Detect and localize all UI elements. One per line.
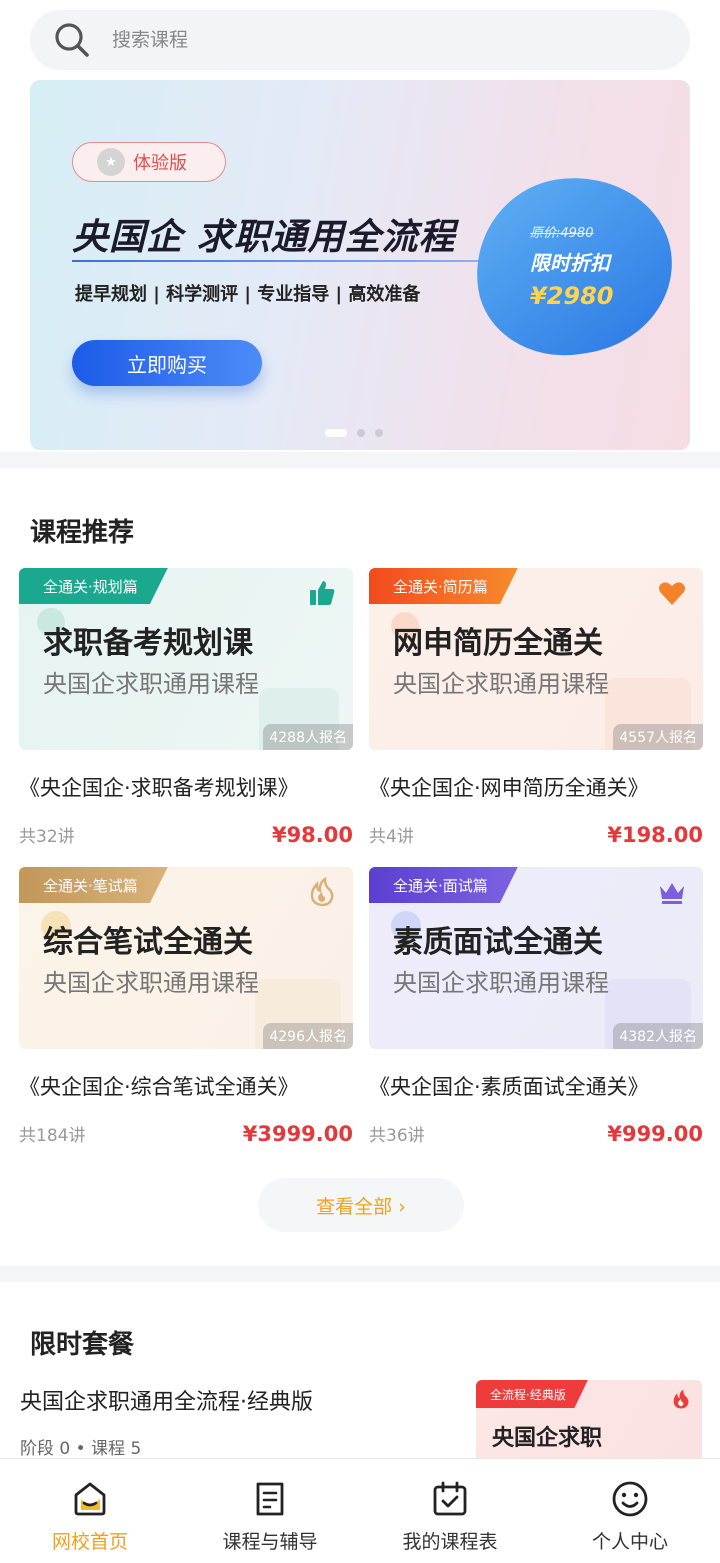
course-name: 《央企国企·网申简历全通关》 [369, 776, 649, 800]
home-icon [74, 1482, 106, 1516]
course-meta: 共184讲 ¥3999.00 [19, 1121, 353, 1147]
tab-courses-tutoring[interactable]: 课程与辅导 [180, 1459, 360, 1563]
package-ribbon: 全流程·经典版 [476, 1380, 588, 1408]
search-icon [55, 23, 89, 57]
course-card[interactable]: 全通关·简历篇 网申简历全通关 央国企求职通用课程 4557人报名 《央企国企·… [369, 568, 703, 847]
course-thumbnail: 全通关·规划篇 求职备考规划课 央国企求职通用课程 4288人报名 [19, 568, 353, 750]
packages-section-title: 限时套餐 [30, 1330, 135, 1360]
promo-label: 限时折扣 [530, 251, 610, 275]
course-headline: 网申简历全通关 [393, 626, 603, 661]
promo-banner[interactable]: ★ 体验版 央国企 求职通用全流程 提早规划 | 科学测评 | 专业指导 | 高… [30, 80, 690, 450]
package-name: 央国企求职通用全流程·经典版 [20, 1390, 313, 1415]
search-input[interactable] [112, 29, 632, 51]
course-price: ¥98.00 [271, 822, 353, 847]
enroll-count: 4382人报名 [613, 1023, 703, 1049]
carousel-dot[interactable] [325, 429, 347, 437]
course-ribbon: 全通关·笔试篇 [19, 867, 168, 903]
package-thumb-title: 央国企求职 [492, 1426, 603, 1451]
course-thumbnail: 全通关·简历篇 网申简历全通关 央国企求职通用课程 4557人报名 [369, 568, 703, 750]
course-thumbnail: 全通关·面试篇 素质面试全通关 央国企求职通用课程 4382人报名 [369, 867, 703, 1049]
lesson-count: 共184讲 [19, 1126, 86, 1146]
promo-price: ¥2980 [530, 282, 614, 310]
course-price: ¥3999.00 [242, 1121, 353, 1146]
course-headline: 求职备考规划课 [43, 626, 253, 661]
course-subheadline: 央国企求职通用课程 [43, 969, 259, 997]
course-subheadline: 央国企求职通用课程 [43, 670, 259, 698]
course-meta: 共36讲 ¥999.00 [369, 1121, 703, 1147]
smiley-icon [612, 1481, 648, 1517]
course-name: 《央企国企·综合笔试全通关》 [19, 1075, 299, 1099]
course-price: ¥198.00 [607, 822, 703, 847]
tab-label: 个人中心 [591, 1531, 668, 1553]
enroll-count: 4288人报名 [263, 724, 353, 750]
course-ribbon: 全通关·规划篇 [19, 568, 168, 604]
discount-info: 原价:4980 限时折扣 ¥2980 [530, 222, 614, 310]
package-meta: 阶段 0 • 课程 5 [20, 1439, 142, 1459]
banner-title: 央国企 求职通用全流程 [72, 217, 456, 258]
original-price: 原价:4980 [530, 226, 594, 241]
trial-badge: ★ 体验版 [72, 142, 226, 182]
course-headline: 综合笔试全通关 [43, 925, 253, 960]
section-divider [0, 452, 720, 468]
lesson-count: 共32讲 [19, 827, 75, 847]
tab-home[interactable]: 网校首页 [0, 1459, 180, 1563]
tab-profile[interactable]: 个人中心 [540, 1459, 720, 1563]
course-name: 《央企国企·素质面试全通关》 [369, 1075, 649, 1099]
fire-icon [673, 1389, 689, 1409]
bottom-tab-bar: 网校首页 课程与辅导 我的课程表 个人中心 [0, 1458, 720, 1563]
course-subheadline: 央国企求职通用课程 [393, 969, 609, 997]
banner-divider [72, 260, 484, 262]
course-card[interactable]: 全通关·规划篇 求职备考规划课 央国企求职通用课程 4288人报名 《央企国企·… [19, 568, 353, 847]
enroll-count: 4557人报名 [613, 724, 703, 750]
fire-icon [310, 877, 334, 907]
course-card[interactable]: 全通关·面试篇 素质面试全通关 央国企求职通用课程 4382人报名 《央企国企·… [369, 867, 703, 1146]
package-thumbnail: 全流程·经典版 央国企求职 [476, 1380, 702, 1460]
app-screen: ★ 体验版 央国企 求职通用全流程 提早规划 | 科学测评 | 专业指导 | 高… [0, 0, 720, 1563]
trial-badge-label: 体验版 [133, 153, 187, 174]
course-ribbon: 全通关·简历篇 [369, 568, 518, 604]
course-ribbon: 全通关·面试篇 [369, 867, 518, 903]
heart-icon [659, 582, 685, 605]
carousel-dot[interactable] [357, 429, 365, 437]
section-divider [0, 1266, 720, 1282]
carousel-dots[interactable] [325, 429, 383, 437]
course-meta: 共4讲 ¥198.00 [369, 822, 703, 848]
buy-now-button[interactable]: 立即购买 [72, 340, 262, 386]
enroll-count: 4296人报名 [263, 1023, 353, 1049]
course-subheadline: 央国企求职通用课程 [393, 670, 609, 698]
crown-icon [660, 883, 684, 904]
tab-schedule[interactable]: 我的课程表 [360, 1459, 540, 1563]
course-headline: 素质面试全通关 [393, 925, 603, 960]
course-price: ¥999.00 [607, 1121, 703, 1146]
course-card[interactable]: 全通关·笔试篇 综合笔试全通关 央国企求职通用课程 4296人报名 《央企国企·… [19, 867, 353, 1146]
search-bar[interactable] [30, 10, 690, 70]
view-all-button[interactable]: 查看全部 › [258, 1178, 464, 1232]
course-name: 《央企国企·求职备考规划课》 [19, 776, 299, 800]
tab-label: 网校首页 [51, 1531, 128, 1553]
document-icon [256, 1482, 284, 1516]
course-thumbnail: 全通关·笔试篇 综合笔试全通关 央国企求职通用课程 4296人报名 [19, 867, 353, 1049]
carousel-dot[interactable] [375, 429, 383, 437]
tab-label: 课程与辅导 [222, 1531, 318, 1553]
tab-label: 我的课程表 [402, 1531, 498, 1553]
calendar-icon [433, 1481, 467, 1516]
lesson-count: 共36讲 [369, 1126, 425, 1146]
course-meta: 共32讲 ¥98.00 [19, 822, 353, 848]
lesson-count: 共4讲 [369, 827, 414, 847]
thumbs-up-icon [310, 581, 335, 605]
courses-section-title: 课程推荐 [30, 518, 135, 548]
banner-subtitle: 提早规划 | 科学测评 | 专业指导 | 高效准备 [75, 284, 421, 305]
medal-icon: ★ [97, 148, 125, 176]
